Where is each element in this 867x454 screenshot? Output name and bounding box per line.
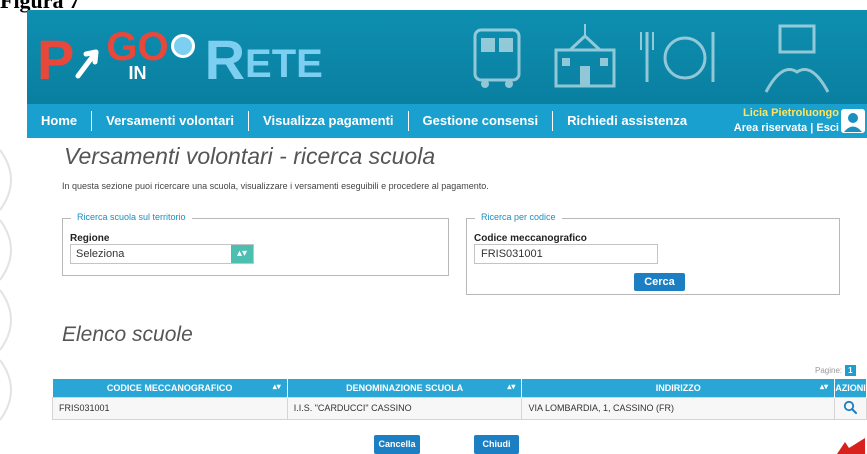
table-header-row: CODICE MECCANOGRAFICO ▴▾ DENOMINAZIONE SC…	[52, 379, 867, 397]
cell-codice: FRIS031001	[52, 396, 288, 420]
codice-meccanografico-label: Codice meccanografico	[474, 233, 587, 244]
page-title: Versamenti volontari - ricerca scuola	[64, 143, 436, 169]
decorative-curves	[0, 149, 12, 421]
cell-denominazione: I.I.S. "CARDUCCI" CASSINO	[286, 396, 523, 420]
nav-gestione-consensi[interactable]: Gestione consensi	[409, 111, 554, 131]
user-avatar-icon[interactable]	[841, 109, 865, 133]
esci-link[interactable]: Esci	[816, 122, 839, 134]
col-indirizzo-header[interactable]: INDIRIZZO ▴▾	[521, 379, 835, 397]
codice-meccanografico-input[interactable]: FRIS031001	[474, 244, 658, 264]
nav-versamenti-volontari[interactable]: Versamenti volontari	[92, 111, 250, 131]
cafeteria-icon	[640, 32, 715, 82]
museum-exhibit-icon	[764, 24, 830, 93]
school-bus-icon	[473, 28, 521, 88]
col-codice-header[interactable]: CODICE MECCANOGRAFICO ▴▾	[52, 379, 288, 397]
cell-azioni	[833, 396, 867, 420]
col-denominazione-header[interactable]: DENOMINAZIONE SCUOLA ▴▾	[287, 379, 523, 397]
area-riservata-link[interactable]: Area riservata	[734, 122, 807, 134]
logo-euro-dot-icon	[169, 32, 199, 88]
regione-selected-value: Seleziona	[76, 248, 125, 260]
pagine-label: Pagine:	[815, 366, 843, 375]
list-title: Elenco scuole	[62, 323, 193, 346]
search-code-legend: Ricerca per codice	[475, 212, 562, 222]
search-icon[interactable]	[843, 400, 858, 414]
cerca-button[interactable]: Cerca	[634, 273, 685, 291]
sort-icon[interactable]: ▴▾	[507, 382, 515, 391]
nav-visualizza-pagamenti[interactable]: Visualizza pagamenti	[249, 111, 409, 131]
user-name: Licia Pietroluongo	[743, 107, 839, 119]
header-banner: P GO IN R ETE	[27, 10, 867, 104]
cancella-button[interactable]: Cancella	[374, 435, 420, 454]
sort-icon[interactable]: ▴▾	[820, 382, 828, 391]
logo-in: IN	[128, 63, 147, 83]
nav-home[interactable]: Home	[27, 111, 93, 131]
school-building-icon	[554, 24, 616, 88]
page-1-button[interactable]: 1	[845, 365, 856, 376]
select-arrows-icon: ▴▾	[231, 245, 253, 263]
cell-indirizzo: VIA LOMBARDIA, 1, CASSINO (FR)	[521, 396, 835, 420]
main-navbar: Home Versamenti volontari Visualizza pag…	[27, 104, 867, 138]
logo-go: GO	[106, 25, 169, 69]
logo-r: R	[204, 28, 246, 91]
pagination: Pagine: 1	[815, 365, 856, 376]
page-intro: In questa sezione puoi ricercare una scu…	[62, 181, 489, 191]
regione-label: Regione	[70, 233, 110, 244]
chiudi-button[interactable]: Chiudi	[474, 435, 519, 454]
nav-richiedi-assistenza[interactable]: Richiedi assistenza	[553, 111, 701, 131]
logo-ete: ETE	[245, 42, 323, 86]
cursor-arrow-icon	[74, 32, 104, 88]
links-separator: |	[807, 122, 817, 134]
schools-table: CODICE MECCANOGRAFICO ▴▾ DENOMINAZIONE SC…	[52, 379, 867, 420]
user-info: Licia Pietroluongo Area riservata | Esci	[734, 106, 839, 136]
logo-go-in: GO IN	[106, 27, 168, 84]
col-azioni-header: AZIONI	[834, 379, 867, 397]
red-arrow-annotation-icon	[837, 438, 865, 454]
pagoinrete-logo[interactable]: P GO IN R ETE	[37, 24, 323, 88]
logo-letter-p: P	[37, 28, 75, 91]
table-row: FRIS031001 I.I.S. "CARDUCCI" CASSINO VIA…	[52, 396, 867, 420]
search-territory-legend: Ricerca scuola sul territorio	[71, 212, 192, 222]
regione-select[interactable]: Seleziona ▴▾	[70, 244, 254, 264]
sort-icon[interactable]: ▴▾	[273, 382, 281, 391]
